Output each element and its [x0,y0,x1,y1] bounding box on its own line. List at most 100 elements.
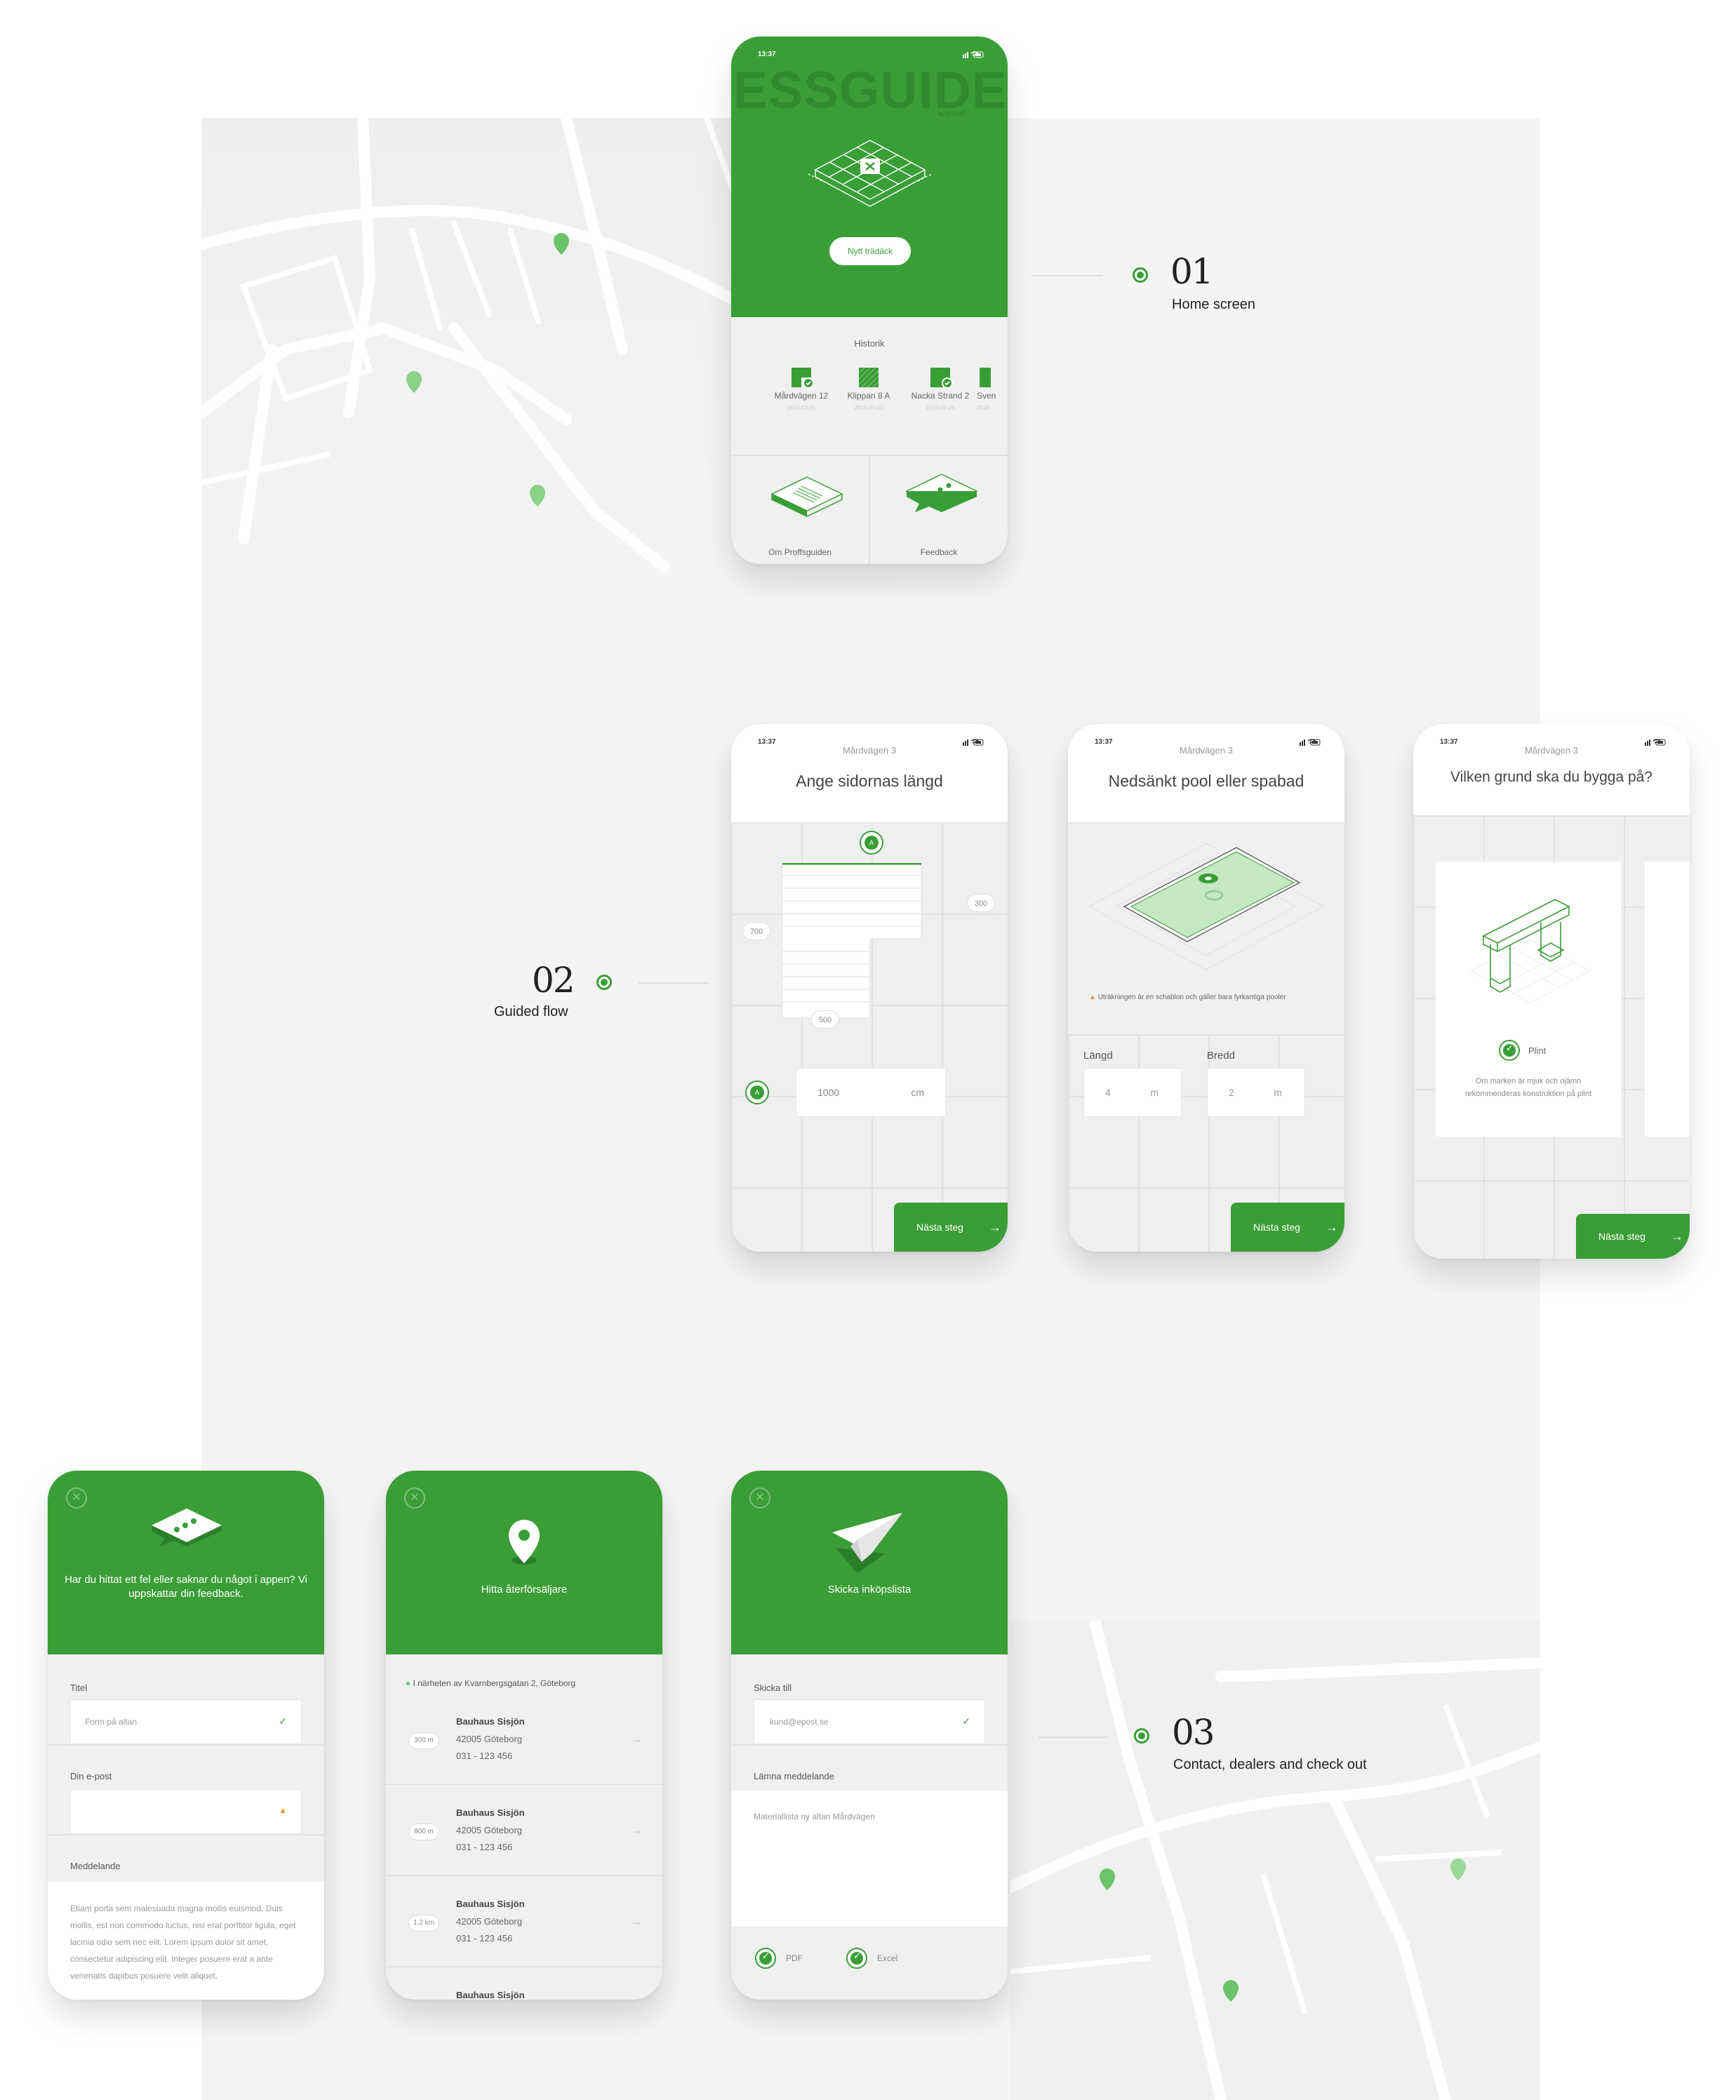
message-label: Lämna meddelande [754,1771,834,1781]
email-input[interactable]: kund@epost.se ✓ [754,1699,985,1744]
close-icon[interactable]: ✕ [749,1487,770,1509]
email-value: kund@epost.se [770,1717,829,1727]
section-number-03: 03 [1172,1712,1215,1753]
dealer-row[interactable]: 800 m Bauhaus Sisjön 42005 Göteborg 031 - 1… [386,1786,662,1876]
screen-title: Vilken grund ska du bygga på? [1450,769,1652,785]
chat-bubble-icon [905,474,978,512]
point-marker-a[interactable]: A [860,831,883,855]
length-input-unit: cm [911,1087,924,1098]
marker-label: A [864,836,879,850]
shape-partial-icon [980,368,991,387]
marker-label: A [750,1085,764,1099]
location-dot-icon: ● [406,1678,411,1688]
message-textarea[interactable]: Etiam porta sem malesuada magna mollis e… [48,1882,324,2000]
pdf-label: PDF [786,1953,803,1963]
section-number-02: 02 [532,960,575,1001]
pool-illustration-icon [1089,843,1323,970]
history-item[interactable]: Mårdvägen 12 2019-03-21 [766,366,836,411]
pdf-checkbox[interactable] [755,1948,776,1969]
feedback-tile[interactable]: Feedback [870,456,1008,564]
history-title: Historik [854,338,885,349]
status-bar: 13:37 [758,51,984,60]
next-step-label: Nästa steg [916,1222,963,1233]
address-label: Mårdvägen 3 [1180,745,1233,756]
option-label: Plint [1528,1045,1547,1056]
excel-checkbox[interactable] [846,1948,867,1969]
valid-check-icon: ✓ [279,1716,287,1727]
flow-pool-screen: 13:37 Mårdvägen 3 Nedsänkt pool eller sp… [1068,724,1344,1252]
feedback-tile-label: Feedback [920,547,958,557]
next-option-card[interactable] [1645,862,1690,1137]
history-item-date: 2019-02-26 [926,405,955,411]
about-tile-label: Om Proffsguiden [768,547,832,557]
dealer-distance: 800 m [408,1824,439,1840]
divider [48,1744,324,1746]
connector-line-03 [1039,1737,1107,1738]
length-input-value: 1000 [817,1087,840,1098]
history-item-name: Sven [977,391,996,401]
dimension-left[interactable]: 700 [742,922,770,940]
about-tile[interactable]: Om Proffsguiden [731,456,869,564]
document-icon [770,476,843,517]
shape-bevel-icon [930,368,953,389]
section-caption-02: Guided flow [494,1004,568,1019]
checkout-title: Skicka inköpslista [827,1584,912,1596]
dealer-row[interactable]: 1,2 km Bauhaus Sisjön 42005 Göteborg 031 - … [386,1878,662,1967]
next-step-button[interactable]: Nästa steg → [1231,1203,1344,1252]
feedback-header [48,1471,324,1654]
status-time: 13:37 [758,51,776,58]
title-value: Form på altan [85,1717,138,1727]
next-step-label: Nästa steg [1253,1222,1300,1233]
new-deck-button[interactable]: Nytt trädäck [829,237,911,265]
deck-illustration-icon [808,140,932,207]
close-icon[interactable]: ✕ [404,1487,425,1509]
section-dot-01 [1133,267,1148,283]
close-icon[interactable]: ✕ [66,1487,87,1509]
option-description: Om marken är mjuk och ojämn rekommendera… [1464,1077,1592,1098]
title-input[interactable]: Form på altan ✓ [70,1699,302,1744]
selected-check-icon[interactable] [1499,1040,1520,1061]
pool-warning: ▲ Uträkningen är en schablon och gäller … [1089,994,1286,1001]
active-side-marker[interactable]: A [745,1081,769,1104]
warning-text: Uträkningen är en schablon och gäller ba… [1097,994,1286,1001]
shape-square-icon [858,367,879,388]
dealer-phone: 031 - 123 456 [456,1933,513,1944]
message-textarea[interactable]: Materiallista ny altan Mårdvägen [731,1791,1008,1927]
foundation-option-card[interactable]: Plint Om marken är mjuk och ojämn rekomm… [1436,862,1621,1137]
dealer-row[interactable]: Bauhaus Sisjön [386,1969,662,2000]
message-label: Meddelande [70,1861,121,1871]
flow-foundation-screen: 13:37 Mårdvägen 3 Vilken grund ska du by… [1413,724,1690,1259]
length-input[interactable]: 4m [1083,1068,1182,1117]
dimension-right[interactable]: 300 [967,894,995,912]
history-item[interactable]: Sven 2019 [977,366,1008,411]
next-step-button[interactable]: Nästa steg → [1576,1214,1690,1259]
paper-plane-icon [832,1513,902,1573]
history-item-name: Klippan 8 A [847,391,890,401]
history-item[interactable]: Nacka Strand 2 2019-02-26 [905,366,975,411]
dealer-phone: 031 - 123 456 [456,1751,513,1761]
length-unit: m [1150,1087,1159,1098]
history-item-date: 2019 [977,405,989,411]
length-value: 4 [1105,1087,1111,1098]
section-caption-01: Home screen [1172,297,1255,312]
width-label: Bredd [1207,1050,1236,1062]
dealer-row[interactable]: 300 m Bauhaus Sisjön 42005 Göteborg 031 - 1… [386,1695,662,1785]
width-input[interactable]: 2m [1207,1068,1305,1117]
dealer-name: Bauhaus Sisjön [456,1990,525,2000]
dimension-bottom[interactable]: 500 [811,1010,839,1029]
divider [48,1834,324,1835]
arrow-right-icon: → [630,1732,643,1746]
history-item-date: 2019-03-21 [787,405,816,411]
length-input[interactable]: 1000 cm [796,1068,946,1117]
arrow-right-icon: → [630,1914,643,1928]
address-label: Mårdvägen 3 [1525,745,1578,756]
history-item-date: 2019-07-03 [854,405,883,411]
email-input[interactable]: ▲ [70,1789,302,1834]
status-icons [963,51,984,58]
feedback-intro: Har du hittat ett fel eller saknar du nå… [65,1574,307,1600]
message-text: Materiallista ny altan Mårdvägen [754,1812,875,1821]
next-step-button[interactable]: Nästa steg → [894,1203,1008,1252]
location-pin-icon [509,1520,540,1565]
shape-l-icon [792,368,814,389]
history-item[interactable]: Klippan 8 A 2019-07-03 [834,366,904,411]
